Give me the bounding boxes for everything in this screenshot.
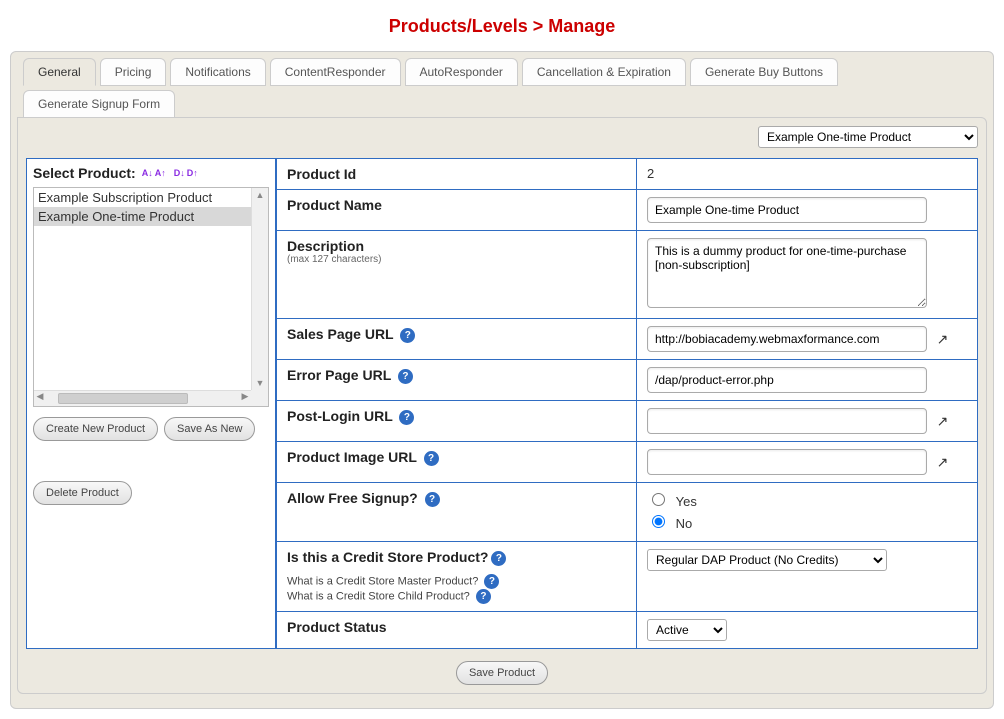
sidebar-header: Select Product: A↓ A↑ D↓ D↑	[33, 165, 269, 181]
product-quick-select[interactable]: Example One-time Product	[758, 126, 978, 148]
tab-notifications[interactable]: Notifications	[170, 58, 265, 86]
help-icon[interactable]: ?	[400, 328, 415, 343]
product-list[interactable]: Example Subscription Product Example One…	[33, 187, 269, 407]
label-product-image-url: Product Image URL ?	[277, 442, 637, 483]
tab-cancellation[interactable]: Cancellation & Expiration	[522, 58, 686, 86]
tab-autoresponder[interactable]: AutoResponder	[405, 58, 518, 86]
select-credit-store[interactable]: Regular DAP Product (No Credits)	[647, 549, 887, 571]
tab-pricing[interactable]: Pricing	[100, 58, 167, 86]
value-product-id: 2	[637, 159, 978, 190]
sort-az-icon[interactable]: A↓	[142, 169, 153, 178]
product-form: Product Id 2 Product Name Description (m…	[276, 158, 978, 649]
help-icon[interactable]: ?	[424, 451, 439, 466]
input-error-page-url[interactable]	[647, 367, 927, 393]
radio-label-yes: Yes	[676, 494, 697, 509]
sort-date-asc-icon[interactable]: D↓	[174, 169, 185, 178]
tab-bar: General Pricing Notifications ContentRes…	[17, 58, 987, 118]
help-icon[interactable]: ?	[491, 551, 506, 566]
label-description: Description (max 127 characters)	[277, 231, 637, 319]
label-error-page-url: Error Page URL ?	[277, 360, 637, 401]
help-icon[interactable]: ?	[484, 574, 499, 589]
sort-date-desc-icon[interactable]: D↑	[187, 169, 198, 178]
select-product-status[interactable]: Active	[647, 619, 727, 641]
tab-signup-form[interactable]: Generate Signup Form	[23, 90, 175, 118]
open-link-icon[interactable]: ↗	[937, 454, 949, 471]
label-allow-free-signup: Allow Free Signup? ?	[277, 483, 637, 542]
label-sales-page-url: Sales Page URL ?	[277, 319, 637, 360]
sort-za-icon[interactable]: A↑	[155, 169, 166, 178]
save-product-button[interactable]: Save Product	[456, 661, 548, 685]
input-sales-page-url[interactable]	[647, 326, 927, 352]
main-panel: General Pricing Notifications ContentRes…	[10, 51, 994, 709]
help-icon[interactable]: ?	[399, 410, 414, 425]
open-link-icon[interactable]: ↗	[937, 331, 949, 348]
sidebar: Select Product: A↓ A↑ D↓ D↑ Example Subs…	[26, 158, 276, 649]
input-product-image-url[interactable]	[647, 449, 927, 475]
open-link-icon[interactable]: ↗	[937, 413, 949, 430]
radio-free-signup-no[interactable]	[652, 515, 665, 528]
list-item[interactable]: Example Subscription Product	[34, 188, 268, 207]
input-description[interactable]	[647, 238, 927, 308]
radio-free-signup-yes[interactable]	[652, 493, 665, 506]
help-icon[interactable]: ?	[398, 369, 413, 384]
page-title: Products/Levels > Manage	[10, 16, 994, 37]
label-product-status: Product Status	[277, 611, 637, 648]
label-post-login-url: Post-Login URL ?	[277, 401, 637, 442]
sort-icons: A↓ A↑ D↓ D↑	[142, 169, 198, 178]
input-post-login-url[interactable]	[647, 408, 927, 434]
create-product-button[interactable]: Create New Product	[33, 417, 158, 441]
scrollbar-vertical[interactable]: ▲ ▼	[251, 188, 268, 390]
save-as-new-button[interactable]: Save As New	[164, 417, 255, 441]
tab-buy-buttons[interactable]: Generate Buy Buttons	[690, 58, 838, 86]
input-product-name[interactable]	[647, 197, 927, 223]
help-icon[interactable]: ?	[476, 589, 491, 604]
tab-body: Example One-time Product Select Product:…	[17, 117, 987, 694]
tab-general[interactable]: General	[23, 58, 96, 86]
help-icon[interactable]: ?	[425, 492, 440, 507]
label-credit-store: Is this a Credit Store Product?? What is…	[277, 542, 637, 612]
label-product-id: Product Id	[277, 159, 637, 190]
delete-product-button[interactable]: Delete Product	[33, 481, 132, 505]
radio-label-no: No	[676, 516, 693, 531]
scrollbar-horizontal[interactable]: ◀ ▶	[34, 390, 251, 406]
label-product-name: Product Name	[277, 190, 637, 231]
tab-contentresponder[interactable]: ContentResponder	[270, 58, 401, 86]
list-item[interactable]: Example One-time Product	[34, 207, 268, 226]
